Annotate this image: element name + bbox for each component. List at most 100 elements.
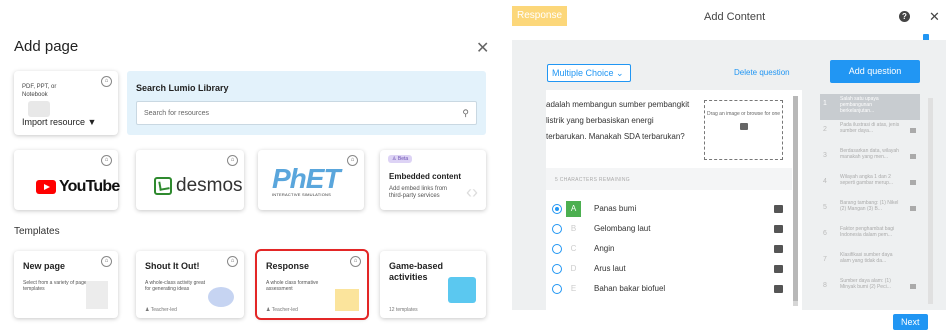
template-desc: A whole-class activity great for generat… bbox=[145, 280, 206, 292]
question-list-scrollbar[interactable] bbox=[928, 98, 933, 304]
template-meta: 12 templates bbox=[389, 307, 418, 313]
question-list-item[interactable]: 7 Klasifikasi sumber daya alam yang tida… bbox=[820, 250, 920, 276]
scroll-thumb[interactable] bbox=[793, 96, 798, 301]
option-radio[interactable] bbox=[552, 244, 562, 254]
question-list-item[interactable]: 8 Sumber daya alam: (1) Minyak bumi (2) … bbox=[820, 276, 920, 302]
image-icon[interactable] bbox=[774, 245, 783, 253]
check-icon bbox=[335, 289, 359, 311]
teacher-badge-icon: ⌂ bbox=[101, 256, 112, 267]
question-list-item[interactable]: 3 Berdasarkan data, wilayah manakah yang… bbox=[820, 146, 920, 172]
image-icon bbox=[910, 284, 916, 289]
question-list-item[interactable]: 2 Pada ilustrasi di atas, jenis sumber d… bbox=[820, 120, 920, 146]
question-preview: Wilayah angka 1 dan 2 seperti gambar mer… bbox=[840, 174, 894, 186]
option-text[interactable]: Arus laut bbox=[594, 264, 626, 273]
game-icon bbox=[448, 277, 476, 303]
desmos-logo: desmos bbox=[154, 175, 243, 197]
option-row[interactable]: A Panas bumi bbox=[546, 199, 792, 219]
option-text[interactable]: Angin bbox=[594, 244, 614, 253]
question-number: 2 bbox=[823, 126, 827, 133]
code-icon: ‹› bbox=[466, 182, 478, 202]
question-number: 5 bbox=[823, 204, 827, 211]
option-row[interactable]: E Bahan bakar biofuel bbox=[546, 279, 792, 299]
youtube-play-icon bbox=[36, 180, 56, 194]
template-response[interactable]: ⌂ Response A whole class formative asses… bbox=[255, 249, 369, 320]
image-icon[interactable] bbox=[774, 225, 783, 233]
question-scrollbar[interactable] bbox=[793, 96, 798, 306]
option-radio[interactable] bbox=[552, 284, 562, 294]
template-shout-it-out[interactable]: ⌂ Shout It Out! A whole-class activity g… bbox=[136, 251, 244, 318]
question-text[interactable]: adalah membangun sumber pembangkit listr… bbox=[546, 97, 696, 145]
chars-remaining: 5 CHARACTERS REMAINING bbox=[546, 168, 792, 190]
question-list-item[interactable]: 4 Wilayah angka 1 dan 2 seperti gambar m… bbox=[820, 172, 920, 198]
question-preview: Berdasarkan data, wilayah manakah yang m… bbox=[840, 148, 899, 160]
import-resource-card[interactable]: ⌂ PDF, PPT, or Notebook Import resource … bbox=[14, 71, 118, 135]
option-text[interactable]: Gelombang laut bbox=[594, 224, 650, 233]
embedded-title: Embedded content bbox=[389, 172, 462, 181]
template-title: Shout It Out! bbox=[145, 261, 200, 271]
tab-response[interactable]: Response bbox=[512, 6, 567, 26]
option-radio[interactable] bbox=[552, 264, 562, 274]
search-placeholder: Search for resources bbox=[144, 110, 209, 117]
youtube-logo: YouTube bbox=[36, 178, 120, 196]
desmos-card[interactable]: ⌂ desmos bbox=[136, 150, 244, 210]
drop-label: Drag an image or browse for one bbox=[706, 111, 781, 117]
option-text[interactable]: Panas bumi bbox=[594, 204, 636, 213]
help-icon[interactable]: ? bbox=[899, 11, 910, 22]
beta-badge: ♙ Beta bbox=[388, 155, 413, 163]
question-list-item[interactable]: 6 Faktor penghambat bagi Indonesia dalam… bbox=[820, 224, 920, 250]
close-icon[interactable]: ✕ bbox=[929, 9, 940, 25]
option-letter: A bbox=[566, 201, 581, 217]
option-row[interactable]: C Angin bbox=[546, 239, 792, 259]
phet-logo: PhET INTERACTIVE SIMULATIONS bbox=[272, 165, 342, 202]
add-question-button[interactable]: Add question bbox=[830, 60, 920, 83]
image-drop-zone[interactable]: Drag an image or browse for one bbox=[704, 100, 783, 160]
add-page-title: Add page bbox=[14, 38, 79, 55]
image-icon[interactable] bbox=[774, 265, 783, 273]
question-list-item[interactable]: 1 Salah satu upaya pembangunan berkelanj… bbox=[820, 94, 920, 120]
teacher-badge-icon: ⌂ bbox=[350, 256, 361, 267]
image-icon bbox=[910, 180, 916, 185]
next-button[interactable]: Next bbox=[893, 314, 928, 330]
delete-question-button[interactable]: Delete question bbox=[734, 68, 790, 77]
teacher-badge-icon: ⌂ bbox=[347, 155, 358, 166]
template-title: New page bbox=[23, 261, 66, 271]
youtube-card[interactable]: ⌂ YouTube bbox=[14, 150, 120, 210]
question-number: 1 bbox=[823, 100, 827, 107]
phet-card[interactable]: ⌂ PhET INTERACTIVE SIMULATIONS bbox=[258, 150, 364, 210]
speech-bubble-icon bbox=[208, 287, 234, 307]
new-page-icon bbox=[86, 281, 108, 309]
import-resource-label[interactable]: Import resource ▼ bbox=[22, 117, 96, 127]
option-letter: D bbox=[570, 264, 577, 273]
templates-heading: Templates bbox=[14, 226, 60, 237]
question-panel: adalah membangun sumber pembangkit listr… bbox=[546, 90, 802, 310]
add-content-panel: Response Add Content ? ✕ Multiple Choice… bbox=[512, 0, 946, 330]
template-game-based[interactable]: Game-based activities 12 templates bbox=[380, 251, 486, 318]
file-icon bbox=[28, 101, 50, 117]
question-preview: Pada ilustrasi di atas, jenis sumber day… bbox=[840, 122, 900, 134]
option-text[interactable]: Bahan bakar biofuel bbox=[594, 284, 665, 293]
embedded-content-card[interactable]: ♙ Beta Embedded content Add embed links … bbox=[380, 150, 486, 210]
option-radio[interactable] bbox=[552, 204, 562, 214]
chevron-down-icon: ⌄ bbox=[616, 68, 624, 78]
option-radio[interactable] bbox=[552, 224, 562, 234]
search-input[interactable]: Search for resources ⚲ bbox=[136, 101, 477, 125]
option-row[interactable]: B Gelombang laut bbox=[546, 219, 792, 239]
template-title: Response bbox=[266, 261, 310, 271]
embedded-desc: Add embed links from third-party service… bbox=[389, 186, 448, 199]
close-icon[interactable]: ✕ bbox=[476, 38, 489, 58]
question-type-select[interactable]: Multiple Choice ⌄ bbox=[547, 64, 631, 82]
template-meta: ♟ Teacher-led bbox=[145, 307, 177, 313]
teacher-badge-icon: ⌂ bbox=[101, 155, 112, 166]
image-icon[interactable] bbox=[774, 285, 783, 293]
option-letter: C bbox=[570, 244, 577, 253]
search-icon[interactable]: ⚲ bbox=[462, 108, 469, 119]
option-row[interactable]: D Arus laut bbox=[546, 259, 792, 279]
question-list-item[interactable]: 5 Barang tambang: (1) Nikel (2) Mangan (… bbox=[820, 198, 920, 224]
template-new-page[interactable]: ⌂ New page Select from a variety of page… bbox=[14, 251, 118, 318]
image-icon[interactable] bbox=[774, 205, 783, 213]
question-number: 3 bbox=[823, 152, 827, 159]
teacher-badge-icon: ⌂ bbox=[227, 256, 238, 267]
add-content-title: Add Content bbox=[704, 11, 766, 23]
question-preview: Sumber daya alam: (1) Minyak bumi (2) Pe… bbox=[840, 278, 891, 290]
question-type-value: Multiple Choice bbox=[552, 68, 614, 78]
